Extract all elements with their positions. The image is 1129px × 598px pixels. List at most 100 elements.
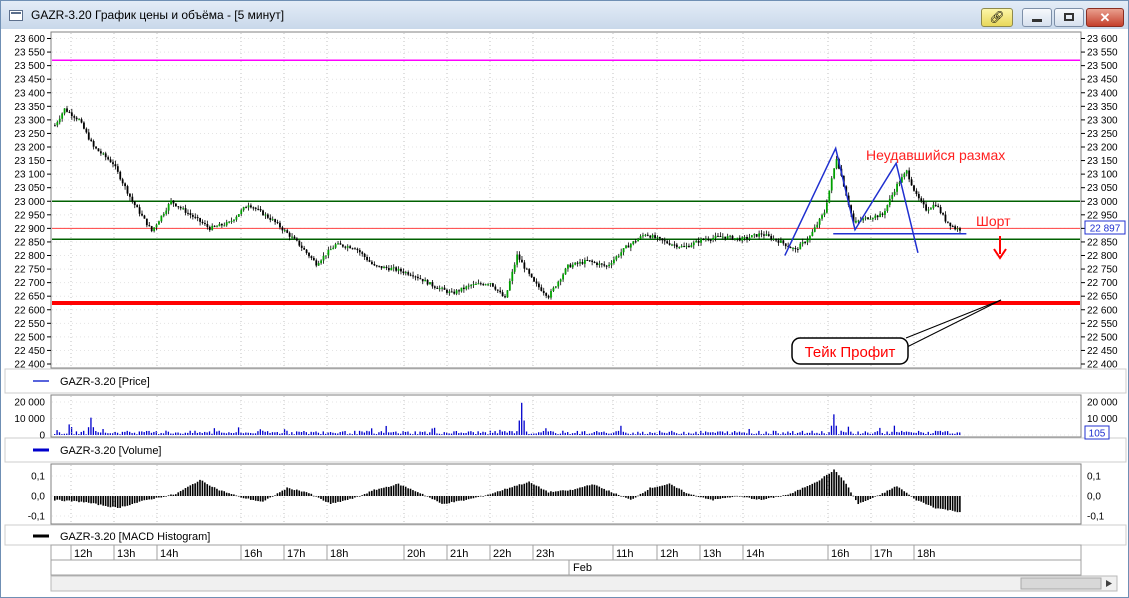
candle-body xyxy=(143,215,146,219)
horizontal-scrollbar[interactable] xyxy=(50,575,1118,592)
candle-body xyxy=(765,234,768,236)
macd-bar xyxy=(949,496,951,510)
price-tick-label-right: 23 350 xyxy=(1087,102,1118,113)
volume-bar xyxy=(467,431,470,435)
candle-body xyxy=(666,241,669,244)
volume-tick-label-right: 20 000 xyxy=(1087,397,1118,408)
link-button[interactable]: 🔗︎ xyxy=(981,8,1013,27)
volume-bar xyxy=(789,432,791,435)
volume-bar xyxy=(172,433,174,435)
macd-bar xyxy=(704,496,707,499)
macd-bar xyxy=(293,490,296,496)
time-tick-label: 21h xyxy=(450,548,468,560)
macd-bar xyxy=(782,495,785,496)
macd-bar xyxy=(138,496,141,502)
volume-bar xyxy=(777,433,779,435)
candle-body xyxy=(605,265,608,267)
candle-body xyxy=(250,205,252,208)
macd-bar xyxy=(617,494,620,496)
candle-body xyxy=(194,216,197,218)
macd-bar xyxy=(729,496,731,498)
macd-bar xyxy=(279,492,281,496)
candle-body xyxy=(613,259,615,264)
macd-bar xyxy=(334,496,337,503)
price-tick-label-left: 22 450 xyxy=(14,346,45,357)
volume-bar xyxy=(470,431,472,435)
macd-bar xyxy=(610,492,613,496)
volume-bar xyxy=(685,434,687,435)
price-tick-label-right: 22 500 xyxy=(1087,332,1118,343)
close-button[interactable]: ✕ xyxy=(1086,8,1124,27)
candle-body xyxy=(380,266,383,269)
macd-bar xyxy=(436,496,438,502)
macd-bar xyxy=(448,496,451,504)
price-tick-label-left: 23 200 xyxy=(14,143,45,154)
macd-bar xyxy=(702,496,705,498)
maximize-button[interactable] xyxy=(1054,8,1084,27)
volume-bar xyxy=(354,430,356,435)
candle-body xyxy=(496,289,499,291)
volume-bar xyxy=(443,432,445,435)
candle-body xyxy=(177,206,180,208)
volume-bar xyxy=(441,434,443,435)
candle-body xyxy=(63,108,66,114)
price-tick-label-left: 22 900 xyxy=(14,224,45,235)
candle-body xyxy=(448,291,451,293)
candle-body xyxy=(387,268,390,271)
candle-body xyxy=(334,244,337,248)
volume-bar xyxy=(579,433,581,435)
macd-bar xyxy=(245,496,247,499)
candle-body xyxy=(419,278,422,280)
volume-bar xyxy=(378,432,380,435)
macd-bar xyxy=(678,488,680,496)
macd-bar xyxy=(903,491,906,496)
volume-plot-frame[interactable] xyxy=(50,394,1082,438)
volume-bar xyxy=(291,432,293,435)
macd-bar xyxy=(450,496,453,502)
candle-body xyxy=(206,224,209,227)
macd-bar xyxy=(479,495,482,497)
candle-body xyxy=(462,287,465,290)
macd-bar xyxy=(141,496,143,501)
volume-bar xyxy=(949,433,951,435)
macd-bar xyxy=(104,496,107,506)
volume-bar xyxy=(915,432,917,435)
volume-bar xyxy=(387,432,390,435)
candle-body xyxy=(721,236,724,238)
macd-bar xyxy=(942,496,944,509)
macd-bar xyxy=(821,478,823,496)
candle-body xyxy=(937,205,940,208)
macd-bar xyxy=(593,484,596,496)
macd-bar xyxy=(506,488,509,496)
candle-body xyxy=(131,196,134,202)
candle-body xyxy=(920,198,923,201)
volume-tick-label-left: 10 000 xyxy=(14,414,45,425)
time-tick-label: 17h xyxy=(874,548,892,560)
volume-bar xyxy=(564,432,566,435)
candle-body xyxy=(458,290,460,292)
volume-bar xyxy=(189,430,191,435)
macd-bar xyxy=(305,492,308,496)
volume-tick-label-left: 0 xyxy=(39,431,45,442)
macd-bar xyxy=(944,496,947,510)
last-volume-label: 105 xyxy=(1089,429,1106,440)
macd-bar xyxy=(303,491,305,496)
volume-bar xyxy=(63,433,65,435)
price-tick-label-left: 22 550 xyxy=(14,319,45,330)
candle-body xyxy=(349,246,352,249)
volume-bar xyxy=(859,433,862,435)
macd-bar xyxy=(496,491,499,496)
macd-bar xyxy=(92,496,95,504)
macd-bar xyxy=(743,496,746,498)
candle-body xyxy=(225,222,228,226)
candle-body xyxy=(95,146,97,149)
volume-bar xyxy=(811,430,813,435)
candle-body xyxy=(501,292,504,297)
volume-bar xyxy=(913,432,915,435)
price-plot-frame[interactable] xyxy=(50,31,1082,369)
scrollbar-thumb[interactable] xyxy=(1020,577,1102,590)
candle-body xyxy=(934,204,937,206)
minimize-button[interactable] xyxy=(1022,8,1052,27)
candle-body xyxy=(629,244,632,248)
volume-bar xyxy=(903,432,905,435)
